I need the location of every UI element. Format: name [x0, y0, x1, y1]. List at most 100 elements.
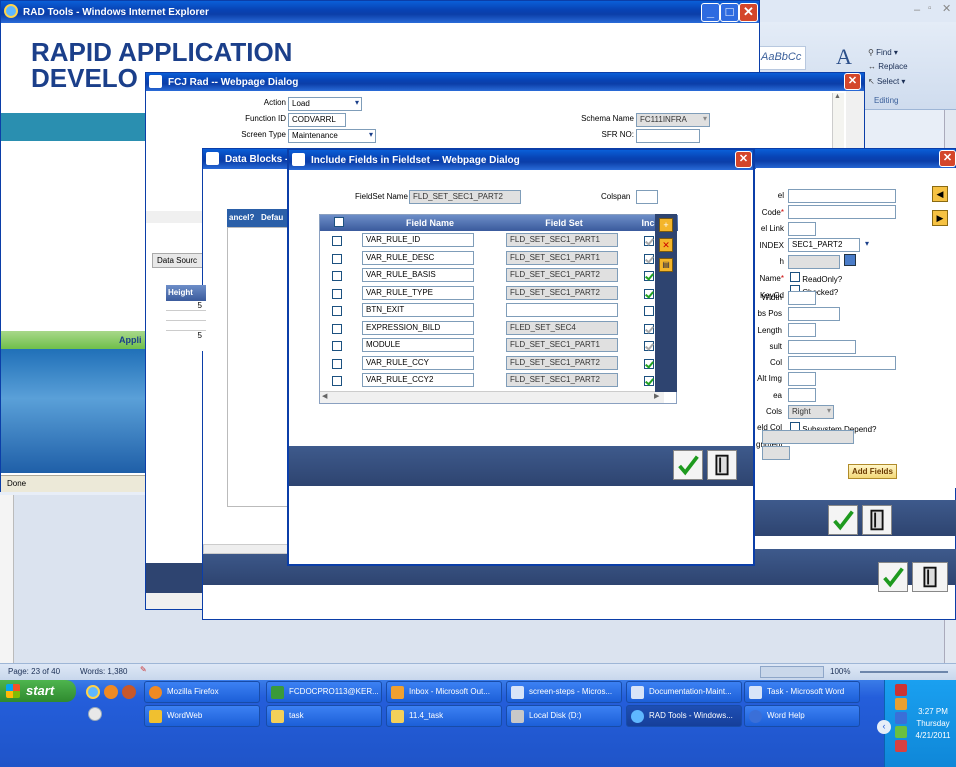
field-name-input[interactable]: VAR_RULE_CCY2: [362, 373, 474, 387]
include-checkbox[interactable]: [644, 253, 654, 264]
task-local-disk[interactable]: Local Disk (D:): [506, 705, 622, 727]
zoom-slider[interactable]: [860, 671, 948, 673]
data-source-tab[interactable]: Data Sourc: [152, 253, 208, 268]
task-word[interactable]: Task - Microsoft Word: [744, 681, 860, 703]
keycd-input[interactable]: [788, 255, 840, 269]
field-set-input[interactable]: FLD_SET_SEC1_PART2: [506, 268, 618, 282]
row-select-checkbox[interactable]: [332, 288, 342, 299]
screen-type-select[interactable]: Maintenance ▾: [288, 129, 376, 143]
label-link-input[interactable]: [788, 205, 896, 219]
app-launch-icon[interactable]: [122, 685, 136, 699]
exit-button[interactable]: [707, 450, 737, 480]
row-select-checkbox[interactable]: [332, 323, 342, 334]
style-gallery[interactable]: AaBbCc: [758, 46, 806, 70]
close-button[interactable]: ✕: [739, 3, 758, 22]
scroll-left-icon[interactable]: ◀: [322, 392, 327, 400]
task-word-help[interactable]: Word Help: [744, 705, 860, 727]
include-checkbox[interactable]: [644, 306, 654, 316]
replace-button[interactable]: ↔ Replace: [868, 62, 908, 71]
add-row-icon[interactable]: +: [659, 218, 673, 232]
tray-icon[interactable]: [895, 684, 907, 696]
area-cols-input[interactable]: [788, 372, 816, 386]
label-code-input[interactable]: [788, 189, 896, 203]
page-count[interactable]: Page: 23 of 40: [8, 667, 60, 676]
task-folder-11-4[interactable]: 11.4_task: [386, 705, 502, 727]
field-name-input[interactable]: VAR_RULE_DESC: [362, 250, 474, 265]
close-icon[interactable]: ✕: [942, 2, 951, 15]
field-col-input[interactable]: [788, 388, 816, 402]
alt-img-input[interactable]: [788, 356, 896, 370]
restore-icon[interactable]: ▫: [928, 3, 932, 14]
blocks-hscroll[interactable]: [203, 544, 293, 554]
readonly-checkbox[interactable]: [790, 272, 800, 282]
result-col-input[interactable]: [788, 340, 856, 354]
change-styles-icon[interactable]: A: [836, 44, 852, 70]
colspan-input[interactable]: [636, 190, 658, 204]
row-select-checkbox[interactable]: [332, 236, 342, 246]
start-button[interactable]: start: [0, 680, 76, 702]
quick-launch-2[interactable]: [88, 707, 102, 721]
include-checkbox[interactable]: [644, 271, 654, 281]
task-rad-tools[interactable]: RAD Tools - Windows...: [626, 705, 742, 727]
ok-button-back[interactable]: [878, 562, 908, 592]
grid-hscroll[interactable]: ◀ ▶: [320, 391, 664, 403]
include-checkbox[interactable]: [644, 376, 654, 386]
scroll-up-icon[interactable]: ▲: [834, 93, 841, 100]
select-button[interactable]: ↖ Select ▾: [868, 77, 905, 86]
row-select-checkbox[interactable]: [332, 358, 342, 369]
include-checkbox[interactable]: [644, 236, 654, 246]
maximize-button[interactable]: □: [720, 3, 739, 22]
fieldset-name-select[interactable]: SEC1_PART2 ▾: [788, 238, 869, 252]
field-set-input[interactable]: FLD_SET_SEC1_PART2: [506, 285, 618, 300]
sfr-input[interactable]: [636, 129, 700, 143]
row-select-checkbox[interactable]: [332, 271, 342, 281]
proofing-icon[interactable]: ✎: [140, 665, 147, 674]
field-name-input[interactable]: BTN_EXIT: [362, 303, 474, 317]
field-set-input[interactable]: FLD_SET_SEC1_PART1: [506, 233, 618, 247]
field-name-input[interactable]: VAR_RULE_TYPE: [362, 285, 474, 300]
readonly-checkbox-row[interactable]: ReadOnly?: [790, 272, 842, 284]
next-arrow-icon[interactable]: ▶: [932, 210, 948, 226]
row-select-checkbox[interactable]: [332, 341, 342, 351]
fieldset-name-input[interactable]: FLD_SET_SEC1_PART2: [409, 190, 521, 204]
row-select-checkbox[interactable]: [332, 376, 342, 386]
function-id-input[interactable]: CODVARRL: [288, 113, 346, 127]
scroll-right-icon[interactable]: ▶: [654, 392, 659, 400]
tray-icon[interactable]: [895, 698, 907, 710]
tray-icon[interactable]: [895, 712, 907, 724]
field-name-input[interactable]: VAR_RULE_BASIS: [362, 268, 474, 282]
minimize-button[interactable]: _: [701, 3, 720, 22]
view-buttons[interactable]: [760, 666, 824, 678]
word-count[interactable]: Words: 1,380: [80, 667, 127, 676]
field-set-input[interactable]: FLD_SET_SEC1_PART2: [506, 355, 618, 370]
lov-icon[interactable]: [844, 254, 856, 266]
task-firefox[interactable]: Mozilla Firefox: [144, 681, 260, 703]
zoom-level[interactable]: 100%: [830, 667, 850, 676]
tray-icon[interactable]: [895, 740, 907, 752]
ok-button[interactable]: [828, 505, 858, 535]
include-checkbox[interactable]: [644, 288, 654, 299]
close-button[interactable]: ✕: [939, 150, 956, 167]
delete-row-icon[interactable]: ✕: [659, 238, 673, 252]
schema-select[interactable]: FC111INFRA ▾: [636, 113, 710, 127]
task-outlook[interactable]: Inbox - Microsoft Out...: [386, 681, 502, 703]
action-select[interactable]: Load ▾: [288, 97, 362, 111]
close-button[interactable]: ✕: [844, 73, 861, 90]
include-checkbox[interactable]: [644, 341, 654, 351]
tray-icon[interactable]: [895, 726, 907, 738]
clock[interactable]: 3:27 PM Thursday 4/21/2011: [911, 706, 955, 742]
field-set-input[interactable]: FLED_SET_SEC4: [506, 320, 618, 335]
close-button[interactable]: ✕: [735, 151, 752, 168]
exit-button[interactable]: [862, 505, 892, 535]
width-input[interactable]: [788, 291, 816, 305]
tray-expand-icon[interactable]: ‹: [877, 720, 891, 734]
ie-launch-icon[interactable]: [86, 685, 100, 699]
task-screen-steps[interactable]: screen-steps - Micros...: [506, 681, 622, 703]
view-row-icon[interactable]: ▤: [659, 258, 673, 272]
prev-arrow-icon[interactable]: ◀: [932, 186, 948, 202]
field-name-input[interactable]: VAR_RULE_ID: [362, 233, 474, 247]
field-set-input[interactable]: FLD_SET_SEC1_PART2: [506, 373, 618, 387]
ok-button[interactable]: [673, 450, 703, 480]
exit-button-back[interactable]: [912, 562, 948, 592]
field-set-input[interactable]: FLD_SET_SEC1_PART1: [506, 250, 618, 265]
